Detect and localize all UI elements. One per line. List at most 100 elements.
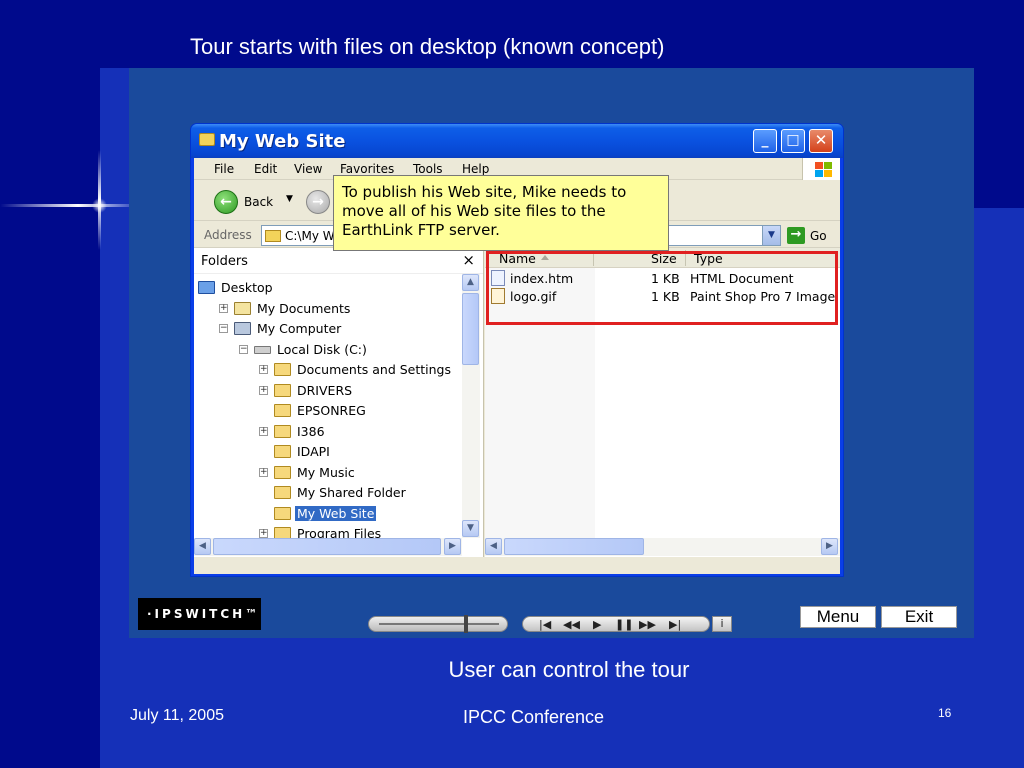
tree-item[interactable]: + DRIVERS	[194, 381, 462, 402]
windows-logo-icon	[802, 158, 840, 180]
menu-file[interactable]: File	[214, 162, 234, 176]
tree-item[interactable]: − Local Disk (C:)	[194, 340, 462, 361]
tree-item[interactable]: + Documents and Settings	[194, 360, 462, 381]
folders-pane: Folders × Desktop + My Documents − My Comput…	[194, 248, 484, 557]
tree-item[interactable]: Desktop	[194, 278, 462, 299]
tree-item[interactable]: EPSONREG	[194, 401, 462, 422]
tree-item-label: My Shared Folder	[297, 485, 406, 500]
tree-item-label: My Web Site	[295, 505, 377, 521]
folders-title: Folders	[201, 254, 248, 269]
folder-tree: Desktop + My Documents − My Computer − Local D…	[194, 278, 462, 545]
tree-item[interactable]: + My Music	[194, 463, 462, 484]
skip-start-icon[interactable]: |◀	[539, 618, 551, 631]
play-icon[interactable]: ▶	[593, 618, 601, 631]
tour-tooltip: To publish his Web site, Mike needs to m…	[333, 175, 669, 251]
back-button-label[interactable]: Back	[244, 195, 273, 209]
tree-item-label: Local Disk (C:)	[277, 341, 367, 357]
back-arrow-icon[interactable]: ←	[214, 190, 238, 214]
tree-item-label: Documents and Settings	[297, 362, 452, 377]
files-pane: Name Size Type index.htm 1 KB HTML Docum…	[485, 248, 840, 557]
exit-button[interactable]: Exit	[881, 606, 957, 628]
close-pane-icon[interactable]: ×	[462, 251, 475, 269]
folder-icon	[274, 424, 291, 438]
forward-arrow-icon[interactable]: →	[306, 190, 330, 214]
collapse-icon[interactable]: −	[239, 344, 248, 354]
tree-item[interactable]: − My Computer	[194, 319, 462, 340]
folder-icon	[274, 363, 291, 376]
window-titlebar[interactable]: My Web Site _ □ ✕	[191, 124, 843, 158]
skip-end-icon[interactable]: ▶|	[669, 618, 681, 631]
tree-item-label: Desktop	[221, 280, 273, 295]
expand-icon[interactable]: +	[259, 365, 268, 374]
folder-icon	[274, 445, 291, 458]
sparkle-horizontal	[0, 204, 130, 207]
highlight-box	[486, 251, 838, 325]
address-value: C:\My W	[285, 229, 335, 243]
expand-icon[interactable]: +	[219, 303, 228, 313]
seek-bar[interactable]	[368, 615, 508, 633]
collapse-icon[interactable]: −	[219, 324, 228, 333]
tree-item[interactable]: My Shared Folder	[194, 483, 462, 504]
slide-caption: User can control the tour	[448, 657, 690, 682]
go-arrow-icon[interactable]: →	[787, 227, 805, 244]
seek-track	[379, 623, 499, 625]
close-button[interactable]: ✕	[809, 129, 833, 153]
slide-left-band	[0, 0, 100, 768]
minimize-button[interactable]: _	[753, 129, 777, 153]
folders-vertical-scrollbar[interactable]: ▲ ▼	[462, 274, 480, 538]
playback-controls: |◀ ◀◀ ▶ ❚❚ ▶▶ ▶| i	[366, 613, 734, 635]
menu-button[interactable]: Menu	[800, 606, 876, 628]
folders-horizontal-scrollbar[interactable]: ◀ ▶	[194, 538, 462, 556]
expand-icon[interactable]: +	[259, 467, 268, 477]
disk-icon	[254, 345, 271, 354]
slide-number: 16	[938, 706, 952, 720]
ipswitch-logo: ·IPSWITCH™	[138, 598, 261, 630]
maximize-button[interactable]: □	[781, 129, 805, 153]
expand-icon[interactable]: +	[259, 385, 268, 395]
tree-item[interactable]: + My Documents	[194, 299, 462, 320]
pause-icon[interactable]: ❚❚	[615, 618, 633, 631]
documents-icon	[234, 301, 251, 315]
scroll-left-icon[interactable]: ◀	[485, 538, 502, 555]
scroll-thumb[interactable]	[213, 538, 441, 555]
transport-buttons: |◀ ◀◀ ▶ ❚❚ ▶▶ ▶|	[522, 616, 710, 632]
scroll-right-icon[interactable]: ▶	[444, 538, 461, 555]
scroll-thumb[interactable]	[462, 293, 479, 365]
tree-item-label: My Music	[297, 464, 355, 480]
fast-forward-icon[interactable]: ▶▶	[639, 618, 656, 631]
scroll-left-icon[interactable]: ◀	[194, 538, 211, 555]
folder-icon	[274, 506, 291, 520]
scroll-thumb[interactable]	[504, 538, 644, 555]
folder-icon	[274, 404, 291, 417]
expand-icon[interactable]: +	[259, 426, 268, 436]
expand-icon[interactable]: +	[259, 529, 268, 538]
tree-item[interactable]: + I386	[194, 422, 462, 443]
menu-tools[interactable]: Tools	[413, 162, 443, 176]
tree-item[interactable]: IDAPI	[194, 442, 462, 463]
files-horizontal-scrollbar[interactable]: ◀ ▶	[485, 538, 840, 556]
sparkle-glow	[92, 198, 107, 213]
folder-icon	[274, 465, 291, 479]
menu-help[interactable]: Help	[462, 162, 489, 176]
slide-right-band	[974, 68, 1024, 208]
menu-edit[interactable]: Edit	[254, 162, 277, 176]
address-dropdown-icon[interactable]: ▼	[762, 226, 780, 245]
tree-item[interactable]: My Web Site	[194, 504, 462, 525]
rewind-icon[interactable]: ◀◀	[563, 618, 580, 631]
footer-date: July 11, 2005	[130, 707, 224, 724]
seek-handle[interactable]	[464, 615, 468, 633]
scroll-right-icon[interactable]: ▶	[821, 538, 838, 555]
folder-icon	[274, 486, 291, 499]
go-button-label[interactable]: Go	[810, 229, 827, 243]
folder-icon	[199, 133, 215, 146]
back-dropdown-icon[interactable]: ▼	[286, 194, 293, 204]
footer-conference: IPCC Conference	[463, 707, 605, 727]
menu-view[interactable]: View	[294, 162, 322, 176]
menu-favorites[interactable]: Favorites	[340, 162, 394, 176]
scroll-down-icon[interactable]: ▼	[462, 520, 479, 537]
info-button[interactable]: i	[712, 616, 732, 632]
tree-item-label: DRIVERS	[297, 382, 353, 398]
slide-title: Tour starts with files on desktop (known…	[190, 34, 665, 59]
scroll-up-icon[interactable]: ▲	[462, 274, 479, 291]
tree-item-label: My Computer	[257, 321, 342, 336]
